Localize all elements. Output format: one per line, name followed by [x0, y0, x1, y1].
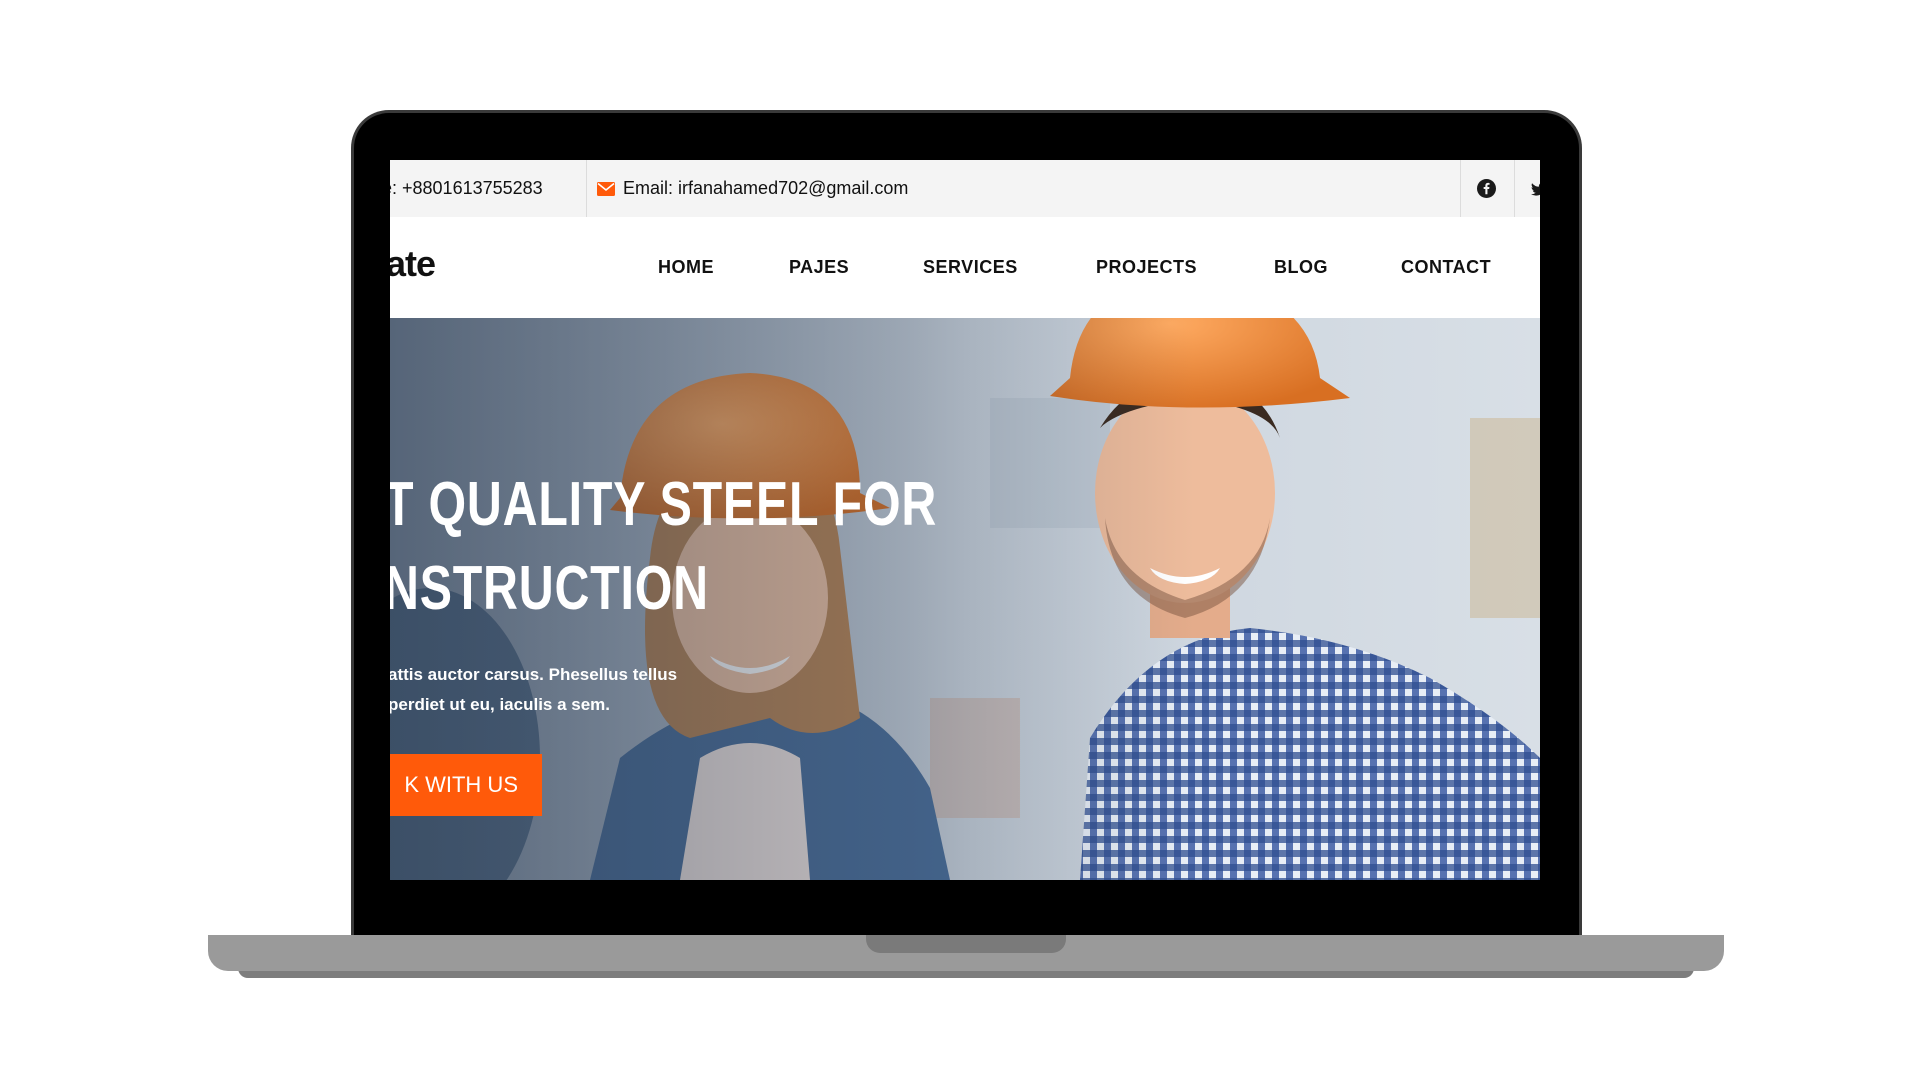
hero-headline: T QUALITY STEEL FOR NSTRUCTION: [390, 463, 937, 631]
phone-text: e: +8801613755283: [390, 178, 543, 198]
email-text: Email: irfanahamed702@gmail.com: [623, 178, 909, 198]
laptop-notch: [866, 935, 1066, 953]
nav-home[interactable]: HOME: [658, 217, 714, 318]
site-logo[interactable]: ate: [390, 243, 436, 285]
email-contact[interactable]: Email: irfanahamed702@gmail.com: [597, 160, 908, 217]
headline-line-1: T QUALITY STEEL FOR: [390, 470, 938, 539]
divider: [586, 160, 587, 217]
work-with-us-button[interactable]: K WITH US: [390, 754, 542, 816]
hero-section: T QUALITY STEEL FOR NSTRUCTION attis auc…: [390, 318, 1540, 880]
twitter-icon[interactable]: [1531, 181, 1540, 197]
nav-blog[interactable]: BLOG: [1274, 217, 1328, 318]
subtext-line-2: perdiet ut eu, iaculis a sem.: [390, 695, 611, 714]
mail-icon: [597, 181, 615, 196]
nav-services[interactable]: SERVICES: [923, 217, 1018, 318]
main-navbar: ate HOME PAJES SERVICES PROJECTS BLOG CO…: [390, 217, 1540, 318]
subtext-line-1: attis auctor carsus. Phesellus tellus: [390, 665, 678, 684]
headline-line-2: NSTRUCTION: [390, 554, 709, 623]
divider: [1514, 160, 1515, 217]
facebook-icon[interactable]: [1477, 179, 1496, 198]
website-screen: e: +8801613755283 Email: irfanahamed702@…: [390, 160, 1540, 880]
top-info-bar: e: +8801613755283 Email: irfanahamed702@…: [390, 160, 1540, 218]
nav-pajes[interactable]: PAJES: [789, 217, 849, 318]
laptop-mockup: e: +8801613755283 Email: irfanahamed702@…: [0, 0, 1920, 1080]
nav-contact[interactable]: CONTACT: [1401, 217, 1491, 318]
hero-subtext: attis auctor carsus. Phesellus tellus pe…: [390, 660, 677, 720]
divider: [1460, 160, 1461, 217]
nav-projects[interactable]: PROJECTS: [1096, 217, 1197, 318]
